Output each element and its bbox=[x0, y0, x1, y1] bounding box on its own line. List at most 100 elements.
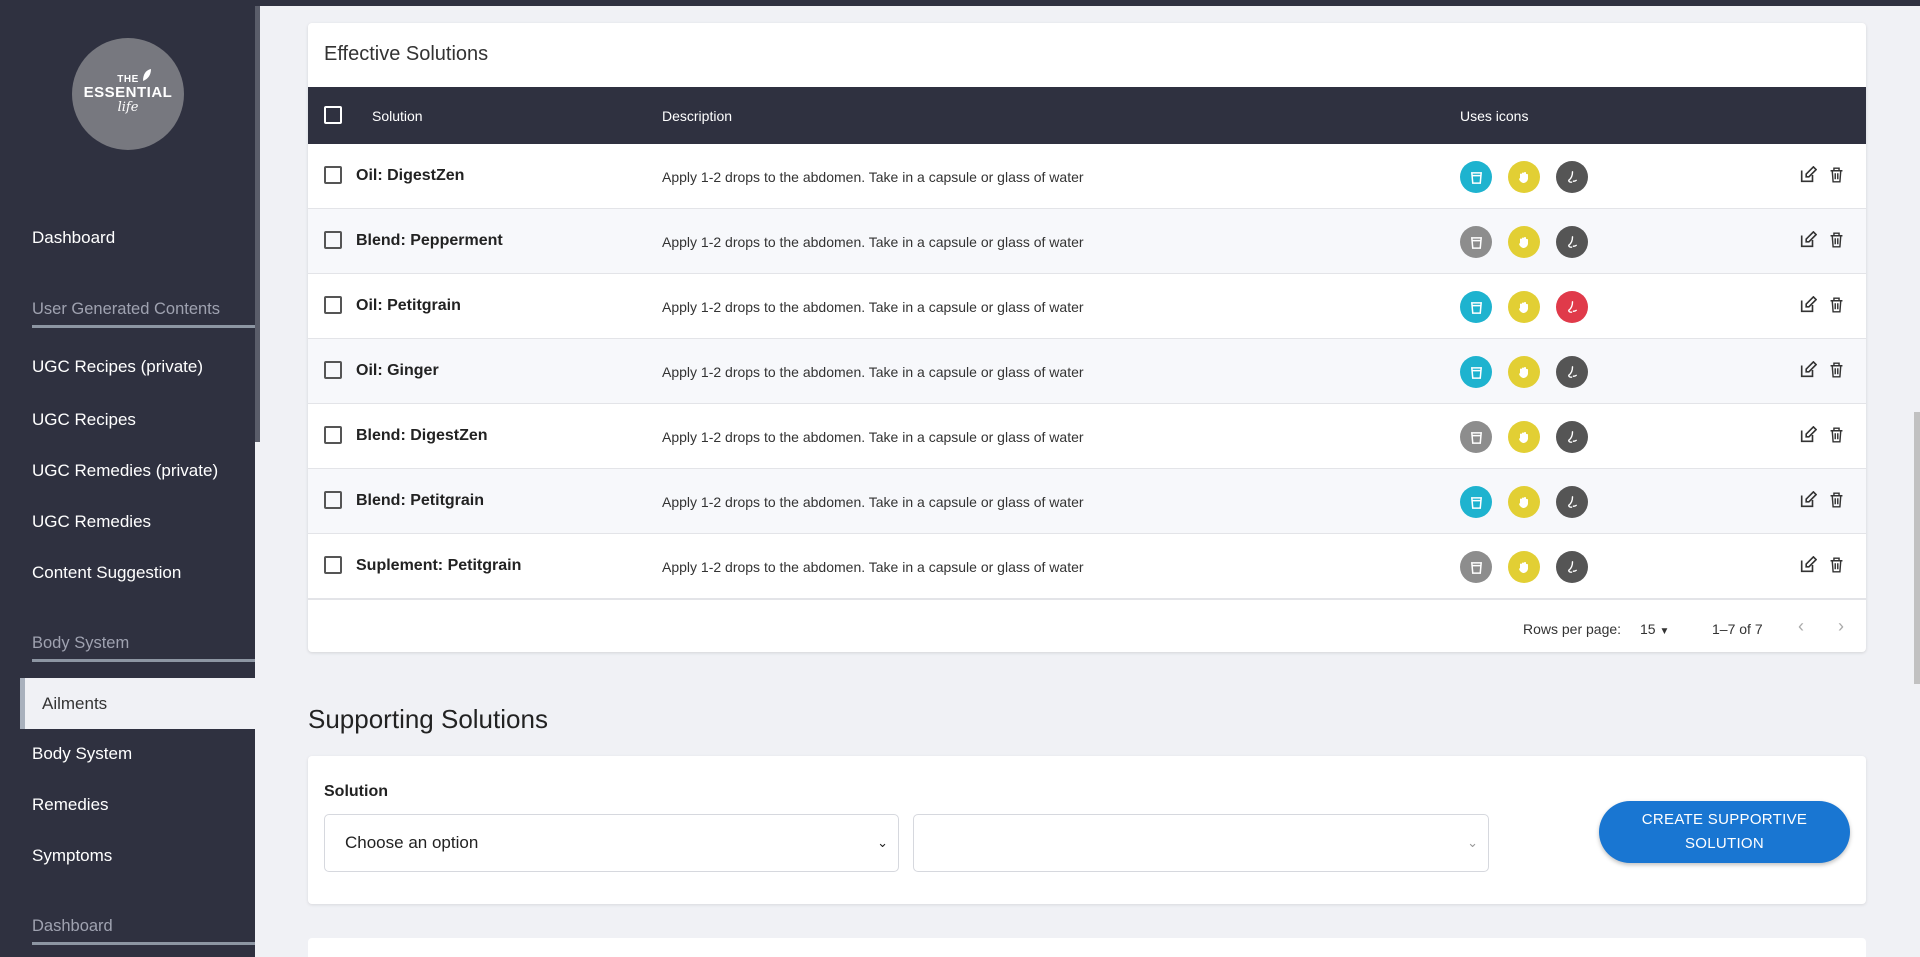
table-header: Solution Description Uses icons bbox=[308, 87, 1866, 144]
sidebar-item-symptoms[interactable]: Symptoms bbox=[32, 846, 112, 866]
topical-use-icon[interactable] bbox=[1508, 551, 1540, 583]
table-row[interactable]: Suplement: Petitgrain Apply 1-2 drops to … bbox=[308, 534, 1866, 599]
row-checkbox[interactable] bbox=[324, 556, 342, 574]
edit-icon[interactable] bbox=[1798, 229, 1818, 251]
solution-name: Oil: Ginger bbox=[356, 362, 439, 379]
sidebar-item-ugc-recipes[interactable]: UGC Recipes bbox=[32, 410, 136, 430]
table-row[interactable]: Blend: DigestZen Apply 1-2 drops to the a… bbox=[308, 404, 1866, 469]
sidebar: THE ESSENTIAL life Dashboard User Genera… bbox=[0, 0, 255, 957]
column-header-description[interactable]: Description bbox=[662, 108, 732, 124]
sidebar-item-ugc-remedies-private[interactable]: UGC Remedies (private) bbox=[32, 461, 218, 481]
solution-description: Apply 1-2 drops to the abdomen. Take in … bbox=[662, 234, 1084, 250]
sidebar-section-dashboard: Dashboard bbox=[32, 917, 255, 945]
solution-select[interactable]: Choose an option ⌄ bbox=[324, 814, 899, 872]
internal-use-icon[interactable] bbox=[1460, 486, 1492, 518]
edit-icon[interactable] bbox=[1798, 554, 1818, 576]
row-checkbox[interactable] bbox=[324, 426, 342, 444]
delete-icon[interactable] bbox=[1826, 164, 1846, 186]
edit-icon[interactable] bbox=[1798, 294, 1818, 316]
row-checkbox[interactable] bbox=[324, 231, 342, 249]
sidebar-item-ailments[interactable]: Ailments bbox=[20, 678, 255, 729]
edit-icon[interactable] bbox=[1798, 359, 1818, 381]
solution-description: Apply 1-2 drops to the abdomen. Take in … bbox=[662, 559, 1084, 575]
edit-icon[interactable] bbox=[1798, 424, 1818, 446]
aromatic-use-icon[interactable] bbox=[1556, 161, 1588, 193]
aromatic-use-icon[interactable] bbox=[1556, 421, 1588, 453]
internal-use-icon[interactable] bbox=[1460, 291, 1492, 323]
brand-logo[interactable]: THE ESSENTIAL life bbox=[72, 38, 184, 150]
sidebar-section-ugc: User Generated Contents bbox=[32, 300, 255, 328]
row-checkbox[interactable] bbox=[324, 166, 342, 184]
logo-line1: THE bbox=[117, 73, 139, 85]
effective-solutions-card: Effective Solutions Solution Description… bbox=[308, 23, 1866, 652]
solution-description: Apply 1-2 drops to the abdomen. Take in … bbox=[662, 299, 1084, 315]
table-row[interactable]: Oil: DigestZen Apply 1-2 drops to the abd… bbox=[308, 144, 1866, 209]
create-supportive-solution-button[interactable]: CREATE SUPPORTIVE SOLUTION bbox=[1599, 801, 1850, 863]
next-page-icon[interactable]: › bbox=[1838, 616, 1844, 637]
solution-label: Solution bbox=[324, 783, 388, 800]
sidebar-item-dashboard[interactable]: Dashboard bbox=[32, 228, 115, 248]
next-section-card bbox=[308, 938, 1866, 957]
solution-description: Apply 1-2 drops to the abdomen. Take in … bbox=[662, 429, 1084, 445]
supporting-solutions-card: Solution Choose an option ⌄ ⌄ CREATE SUP… bbox=[308, 756, 1866, 904]
aromatic-use-icon[interactable] bbox=[1556, 291, 1588, 323]
internal-use-icon[interactable] bbox=[1460, 356, 1492, 388]
column-header-solution[interactable]: Solution bbox=[372, 108, 423, 124]
table-row[interactable]: Blend: Pepperment Apply 1-2 drops to the … bbox=[308, 209, 1866, 274]
delete-icon[interactable] bbox=[1826, 294, 1846, 316]
row-checkbox[interactable] bbox=[324, 491, 342, 509]
topical-use-icon[interactable] bbox=[1508, 421, 1540, 453]
rows-per-page-select[interactable]: 15 ▼ bbox=[1640, 621, 1669, 637]
solution-name: Suplement: Petitgrain bbox=[356, 557, 522, 574]
solution-name: Blend: Pepperment bbox=[356, 232, 503, 249]
aromatic-use-icon[interactable] bbox=[1556, 226, 1588, 258]
delete-icon[interactable] bbox=[1826, 554, 1846, 576]
page-scrollbar[interactable] bbox=[1914, 412, 1920, 684]
topical-use-icon[interactable] bbox=[1508, 226, 1540, 258]
secondary-select[interactable]: ⌄ bbox=[913, 814, 1489, 872]
sidebar-item-ugc-remedies[interactable]: UGC Remedies bbox=[32, 512, 151, 532]
sidebar-scrollbar[interactable] bbox=[255, 6, 260, 442]
internal-use-icon[interactable] bbox=[1460, 421, 1492, 453]
solution-select-value: Choose an option bbox=[345, 833, 479, 852]
solution-name: Oil: DigestZen bbox=[356, 167, 465, 184]
solution-description: Apply 1-2 drops to the abdomen. Take in … bbox=[662, 494, 1084, 510]
chevron-down-icon: ⌄ bbox=[877, 835, 888, 850]
sidebar-item-content-suggestion[interactable]: Content Suggestion bbox=[32, 563, 181, 583]
internal-use-icon[interactable] bbox=[1460, 551, 1492, 583]
table-row[interactable]: Oil: Ginger Apply 1-2 drops to the abdome… bbox=[308, 339, 1866, 404]
column-header-uses-icons[interactable]: Uses icons bbox=[1460, 108, 1528, 124]
sidebar-item-remedies[interactable]: Remedies bbox=[32, 795, 109, 815]
rows-per-page-label: Rows per page: bbox=[1523, 621, 1622, 637]
delete-icon[interactable] bbox=[1826, 359, 1846, 381]
delete-icon[interactable] bbox=[1826, 489, 1846, 511]
edit-icon[interactable] bbox=[1798, 164, 1818, 186]
aromatic-use-icon[interactable] bbox=[1556, 356, 1588, 388]
aromatic-use-icon[interactable] bbox=[1556, 486, 1588, 518]
leaf-icon bbox=[143, 69, 151, 81]
topical-use-icon[interactable] bbox=[1508, 356, 1540, 388]
row-checkbox[interactable] bbox=[324, 296, 342, 314]
select-all-checkbox[interactable] bbox=[324, 106, 342, 124]
edit-icon[interactable] bbox=[1798, 489, 1818, 511]
table-row[interactable]: Oil: Petitgrain Apply 1-2 drops to the ab… bbox=[308, 274, 1866, 339]
row-checkbox[interactable] bbox=[324, 361, 342, 379]
delete-icon[interactable] bbox=[1826, 424, 1846, 446]
solution-name: Oil: Petitgrain bbox=[356, 297, 461, 314]
chevron-down-icon: ⌄ bbox=[1467, 835, 1478, 850]
topical-use-icon[interactable] bbox=[1508, 161, 1540, 193]
top-bar bbox=[255, 0, 1920, 6]
card-title: Effective Solutions bbox=[324, 43, 489, 65]
internal-use-icon[interactable] bbox=[1460, 161, 1492, 193]
table-row[interactable]: Blend: Petitgrain Apply 1-2 drops to the … bbox=[308, 469, 1866, 534]
sidebar-section-body-system: Body System bbox=[32, 634, 255, 662]
sidebar-item-ugc-recipes-private[interactable]: UGC Recipes (private) bbox=[32, 357, 203, 377]
topical-use-icon[interactable] bbox=[1508, 291, 1540, 323]
sidebar-item-body-system[interactable]: Body System bbox=[32, 744, 132, 764]
aromatic-use-icon[interactable] bbox=[1556, 551, 1588, 583]
topical-use-icon[interactable] bbox=[1508, 486, 1540, 518]
prev-page-icon[interactable]: ‹ bbox=[1798, 616, 1804, 637]
create-button-line1: CREATE SUPPORTIVE bbox=[1641, 811, 1808, 828]
delete-icon[interactable] bbox=[1826, 229, 1846, 251]
internal-use-icon[interactable] bbox=[1460, 226, 1492, 258]
